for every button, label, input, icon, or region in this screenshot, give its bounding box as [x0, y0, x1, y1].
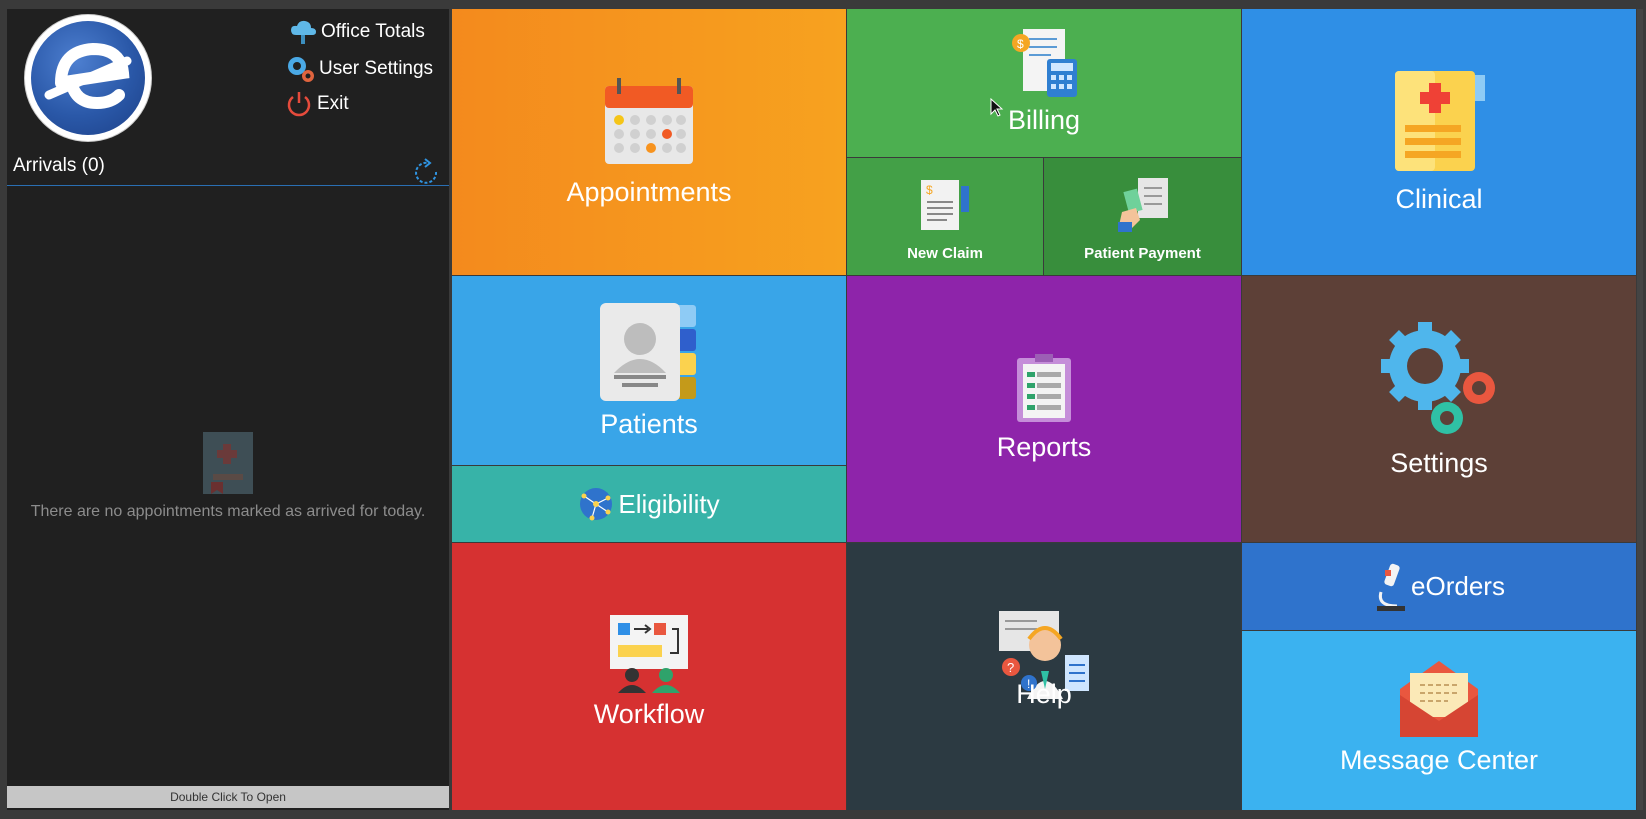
empty-clinical-icon: [203, 432, 253, 494]
clinical-chart-icon: [1395, 71, 1485, 171]
user-settings-link[interactable]: User Settings: [285, 54, 433, 84]
app-window: Office Totals User Settings Exit Arrival…: [0, 0, 1646, 819]
new-claim-label: New Claim: [907, 245, 983, 262]
office-totals-link[interactable]: Office Totals: [289, 18, 425, 46]
settings-label: Settings: [1390, 448, 1488, 478]
gears-icon: [288, 57, 314, 82]
clinical-tile[interactable]: Clinical: [1242, 9, 1636, 275]
help-tile[interactable]: ? ! Help: [847, 543, 1241, 810]
power-icon: [287, 92, 311, 117]
workflow-tile[interactable]: Workflow: [452, 543, 846, 810]
envelope-icon: [1400, 661, 1478, 737]
refresh-icon[interactable]: [412, 158, 442, 188]
calendar-icon: [605, 78, 693, 164]
arrivals-title: Arrivals (0): [13, 155, 105, 176]
contacts-icon: [600, 303, 696, 401]
workflow-board-icon: [610, 615, 688, 693]
new-claim-tile[interactable]: $ New Claim: [847, 158, 1043, 275]
settings-gears-icon: [1381, 322, 1495, 434]
appointments-label: Appointments: [566, 177, 732, 207]
microscope-icon: [1377, 563, 1406, 611]
settings-tile[interactable]: Settings: [1242, 276, 1636, 542]
exit-link[interactable]: Exit: [285, 89, 349, 119]
patient-payment-tile[interactable]: Patient Payment: [1044, 158, 1241, 275]
double-click-hint: Double Click To Open: [7, 786, 449, 808]
billing-tile[interactable]: $ Billing: [847, 9, 1241, 157]
billing-label: Billing: [1007, 105, 1081, 135]
help-label: Help: [1016, 679, 1072, 709]
eorders-label: eOrders: [1411, 571, 1505, 601]
window-scrollbar[interactable]: [1637, 9, 1643, 810]
payment-icon: [1118, 178, 1168, 232]
svg-text:$: $: [1017, 37, 1024, 51]
arrivals-panel: Office Totals User Settings Exit Arrival…: [7, 9, 449, 810]
eligibility-tile[interactable]: Eligibility: [452, 466, 846, 542]
patients-label: Patients: [600, 409, 698, 439]
user-settings-label: User Settings: [319, 58, 434, 79]
billing-calculator-icon: $: [1012, 29, 1077, 97]
empty-arrivals-message: There are no appointments marked as arri…: [30, 503, 426, 520]
appointments-tile[interactable]: Appointments: [452, 9, 846, 275]
reports-label: Reports: [996, 432, 1092, 462]
svg-text:?: ?: [1007, 660, 1014, 675]
workflow-label: Workflow: [593, 699, 705, 729]
clinical-label: Clinical: [1395, 184, 1483, 214]
arrivals-divider: [7, 185, 449, 186]
mouse-cursor-icon: [990, 98, 1004, 117]
claim-document-icon: $: [921, 180, 969, 230]
office-totals-label: Office Totals: [321, 21, 425, 42]
cloud-icon: [291, 20, 316, 44]
eorders-tile[interactable]: eOrders: [1242, 543, 1636, 630]
patient-payment-label: Patient Payment: [1084, 245, 1201, 262]
clipboard-icon: [1017, 354, 1071, 422]
message-center-tile[interactable]: Message Center: [1242, 631, 1636, 810]
app-logo: [25, 15, 151, 141]
exit-label: Exit: [317, 93, 349, 114]
svg-text:$: $: [926, 183, 933, 197]
eligibility-label: Eligibility: [618, 488, 720, 519]
patients-tile[interactable]: Patients: [452, 276, 846, 465]
globe-network-icon: [580, 488, 613, 521]
message-center-label: Message Center: [1339, 745, 1539, 775]
reports-tile[interactable]: Reports: [847, 276, 1241, 542]
